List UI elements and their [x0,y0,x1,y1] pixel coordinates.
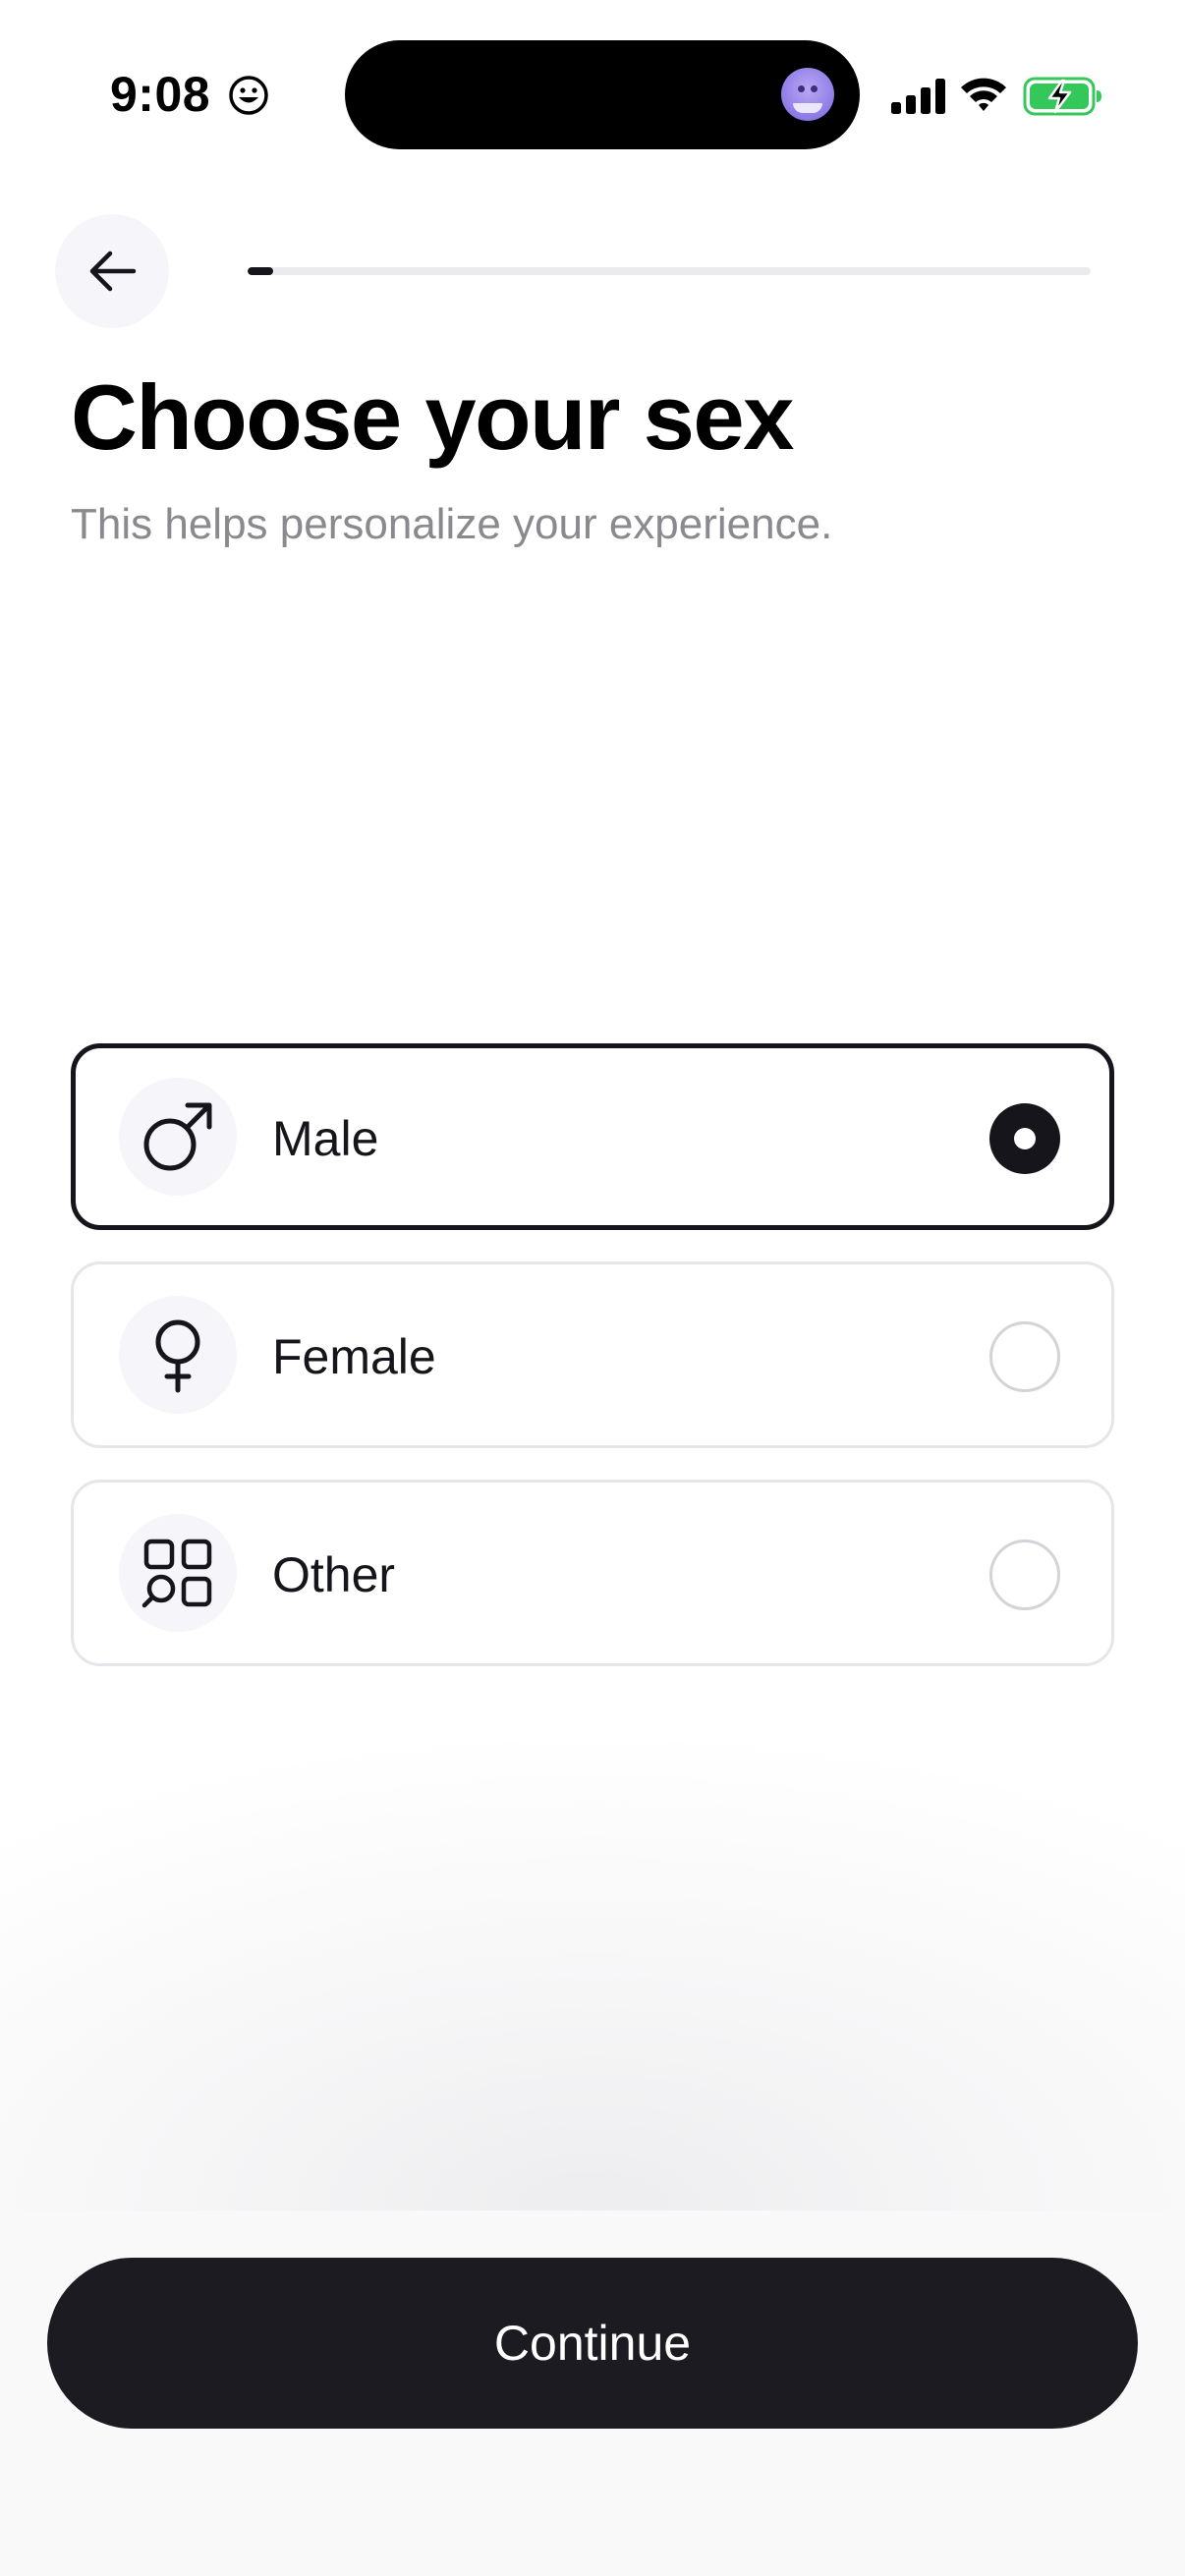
shapes-grid-icon [141,1539,212,1608]
radio-unselected[interactable] [989,1540,1060,1610]
radio-unselected[interactable] [989,1321,1060,1392]
option-icon-wrapper [119,1078,237,1196]
arrow-left-icon [89,251,137,292]
avatar [781,68,834,121]
back-button[interactable] [55,214,169,328]
male-symbol-icon [143,1102,212,1171]
battery-charging-icon [1023,77,1101,116]
option-icon-wrapper [119,1514,237,1632]
progress-fill [248,267,273,275]
status-bar: 9:08 [0,0,1185,187]
option-female[interactable]: Female [71,1261,1114,1448]
option-icon-wrapper [119,1296,237,1414]
cellular-signal-icon [891,79,945,114]
status-time: 9:08 [110,67,211,122]
smiley-face-icon [229,76,268,115]
female-symbol-icon [155,1319,200,1393]
option-label: Other [272,1547,396,1602]
bottom-fade [0,1729,1185,2211]
page-title: Choose your sex [71,365,794,469]
dynamic-island [345,40,860,149]
radio-selected[interactable] [989,1103,1060,1174]
option-other[interactable]: Other [71,1480,1114,1666]
page-subtitle: This helps personalize your experience. [71,500,833,548]
wifi-icon [961,78,1006,111]
continue-button[interactable]: Continue [47,2258,1138,2429]
option-label: Male [272,1111,379,1166]
option-male[interactable]: Male [71,1043,1114,1230]
onboarding-progress-bar [248,267,1091,275]
option-label: Female [272,1329,436,1384]
